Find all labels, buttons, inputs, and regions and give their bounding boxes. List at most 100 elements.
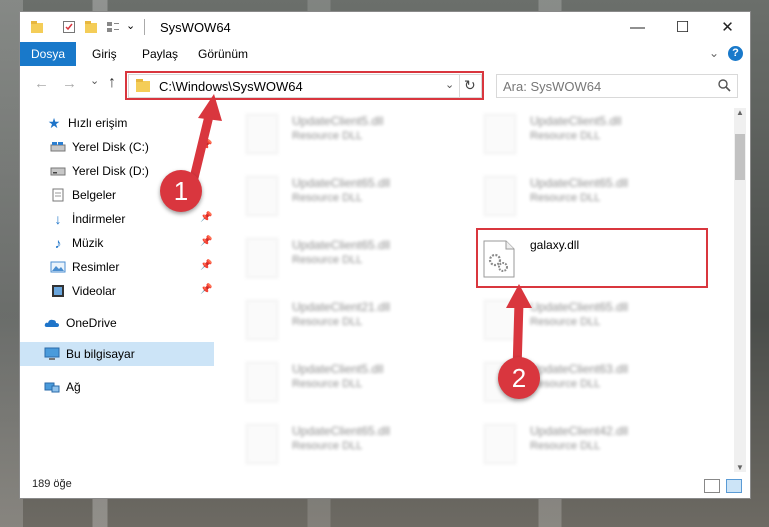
sidebar-item-label: İndirmeler bbox=[72, 212, 126, 226]
star-icon: ★ bbox=[47, 114, 61, 131]
sidebar-item-pictures[interactable]: Resimler bbox=[50, 256, 119, 278]
pin-icon[interactable]: 📌 bbox=[200, 212, 212, 223]
pin-icon[interactable]: 📌 bbox=[200, 284, 212, 295]
tab-file[interactable]: Dosya bbox=[20, 42, 76, 66]
back-button[interactable]: ← bbox=[34, 75, 49, 92]
minimize-button[interactable]: — bbox=[615, 12, 660, 42]
file-item[interactable]: UpdateClient5.dll Resource DLL bbox=[474, 110, 704, 160]
close-button[interactable]: ✕ bbox=[705, 12, 750, 42]
downloads-icon: ↓ bbox=[54, 211, 62, 227]
documents-icon bbox=[52, 188, 64, 202]
file-item[interactable]: UpdateClient21.dll Resource DLL bbox=[236, 296, 466, 346]
sidebar-item-label: Müzik bbox=[72, 236, 104, 250]
properties-icon[interactable] bbox=[62, 20, 76, 34]
sidebar-item-videos[interactable]: Videolar bbox=[50, 280, 116, 302]
file-item[interactable]: UpdateClient65.dll Resource DLL bbox=[236, 172, 466, 222]
item-count: 189 öğe bbox=[32, 478, 72, 490]
details-view-icon[interactable] bbox=[704, 479, 720, 493]
sidebar-item-label: Hızlı erişim bbox=[68, 116, 128, 130]
dll-file-icon bbox=[246, 300, 278, 340]
file-description: Resource DLL bbox=[292, 378, 363, 390]
file-item[interactable]: UpdateClient5.dll Resource DLL bbox=[236, 358, 466, 408]
file-item[interactable]: UpdateClient65.dll Resource DLL bbox=[236, 234, 466, 284]
ribbon-tabs: Dosya Giriş Paylaş Görünüm ⌄ ? bbox=[20, 42, 750, 66]
file-description: Resource DLL bbox=[530, 316, 601, 328]
file-name: UpdateClient5.dll bbox=[292, 114, 384, 128]
dll-file-icon bbox=[246, 114, 278, 154]
sidebar-item-local-disk-d[interactable]: Yerel Disk (D:) bbox=[50, 160, 149, 182]
sidebar-item-quick-access[interactable]: ★ Hızlı erişim bbox=[46, 112, 128, 134]
file-item[interactable]: UpdateClient5.dll Resource DLL bbox=[236, 110, 466, 160]
scroll-up-icon[interactable]: ▲ bbox=[736, 108, 744, 117]
step-badge-2: 2 bbox=[498, 357, 540, 399]
sidebar-item-label: Yerel Disk (D:) bbox=[72, 164, 149, 178]
sidebar-item-label: Resimler bbox=[72, 260, 120, 274]
sidebar-item-local-disk-c[interactable]: Yerel Disk (C:) bbox=[50, 136, 149, 158]
title-bar: ⌄ SysWOW64 — ☐ ✕ bbox=[20, 12, 750, 42]
file-item[interactable]: UpdateClient65.dll Resource DLL bbox=[474, 296, 704, 346]
sidebar-item-network[interactable]: Ağ bbox=[44, 376, 81, 398]
step-badge-1: 1 bbox=[160, 170, 202, 212]
file-item[interactable]: UpdateClient65.dll Resource DLL bbox=[474, 172, 704, 222]
scrollbar-thumb[interactable] bbox=[735, 134, 745, 180]
sidebar-item-downloads[interactable]: ↓ İndirmeler bbox=[50, 208, 126, 230]
dll-file-icon bbox=[246, 362, 278, 402]
sidebar-item-onedrive[interactable]: OneDrive bbox=[44, 312, 117, 334]
title-divider bbox=[144, 19, 145, 35]
network-icon bbox=[44, 382, 60, 393]
dll-file-icon bbox=[484, 300, 516, 340]
recent-locations-button[interactable]: ⌄ bbox=[90, 74, 99, 87]
status-bar: 189 öğe bbox=[20, 472, 750, 498]
file-explorer-window: ⌄ SysWOW64 — ☐ ✕ Dosya Giriş Paylaş Görü… bbox=[20, 12, 750, 498]
new-folder-icon[interactable] bbox=[84, 20, 98, 34]
search-input[interactable]: Ara: SysWOW64 bbox=[503, 79, 601, 94]
scroll-down-icon[interactable]: ▼ bbox=[736, 463, 744, 472]
large-icons-view-icon[interactable] bbox=[726, 479, 742, 493]
file-name: UpdateClient65.dll bbox=[292, 238, 391, 252]
dll-file-icon bbox=[246, 176, 278, 216]
sidebar-item-music[interactable]: ♪ Müzik bbox=[50, 232, 104, 254]
file-description: Resource DLL bbox=[530, 378, 601, 390]
file-description: Resource DLL bbox=[530, 440, 601, 452]
file-highlight-box bbox=[476, 228, 708, 288]
customize-toolbar-icon[interactable] bbox=[106, 20, 120, 34]
up-button[interactable]: ↑ bbox=[108, 74, 116, 92]
ribbon-expand-icon[interactable]: ⌄ bbox=[709, 46, 719, 60]
sidebar-item-label: Yerel Disk (C:) bbox=[72, 140, 149, 154]
pin-icon[interactable]: 📌 bbox=[200, 236, 212, 247]
file-name: UpdateClient5.dll bbox=[530, 114, 622, 128]
pin-icon[interactable]: 📌 bbox=[200, 140, 212, 151]
sidebar-item-label: Videolar bbox=[72, 284, 116, 298]
sidebar-item-label: Ağ bbox=[66, 380, 81, 394]
vertical-scrollbar[interactable]: ▲ ▼ bbox=[734, 108, 746, 472]
cloud-icon bbox=[44, 319, 59, 327]
pictures-icon bbox=[50, 261, 66, 273]
dll-file-icon bbox=[246, 238, 278, 278]
tab-view[interactable]: Görünüm bbox=[198, 47, 248, 61]
pin-icon[interactable]: 📌 bbox=[200, 260, 212, 271]
drive-icon bbox=[50, 167, 66, 176]
help-icon[interactable]: ? bbox=[728, 46, 743, 61]
file-item[interactable]: UpdateClient65.dll Resource DLL bbox=[236, 420, 466, 470]
maximize-button[interactable]: ☐ bbox=[660, 12, 705, 42]
search-box[interactable]: Ara: SysWOW64 bbox=[496, 74, 738, 98]
sidebar-item-this-pc[interactable]: Bu bilgisayar bbox=[44, 343, 135, 365]
window-title: SysWOW64 bbox=[160, 20, 231, 35]
folder-icon bbox=[31, 21, 43, 33]
file-name: UpdateClient65.dll bbox=[530, 300, 629, 314]
music-icon: ♪ bbox=[54, 235, 62, 251]
search-icon[interactable] bbox=[718, 79, 731, 92]
file-list: UpdateClient5.dll Resource DLL UpdateClie… bbox=[226, 108, 732, 472]
address-highlight-box bbox=[125, 71, 484, 100]
forward-button[interactable]: → bbox=[62, 75, 77, 92]
tab-share[interactable]: Paylaş bbox=[142, 47, 178, 61]
file-description: Resource DLL bbox=[292, 254, 363, 266]
qa-dropdown-icon[interactable]: ⌄ bbox=[126, 19, 135, 32]
tab-home[interactable]: Giriş bbox=[92, 47, 117, 61]
file-item[interactable]: UpdateClient42.dll Resource DLL bbox=[474, 420, 704, 470]
dll-file-icon bbox=[246, 424, 278, 464]
videos-icon bbox=[52, 285, 64, 297]
sidebar-item-documents[interactable]: Belgeler bbox=[50, 184, 116, 206]
file-description: Resource DLL bbox=[292, 440, 363, 452]
drive-icon bbox=[50, 142, 66, 152]
